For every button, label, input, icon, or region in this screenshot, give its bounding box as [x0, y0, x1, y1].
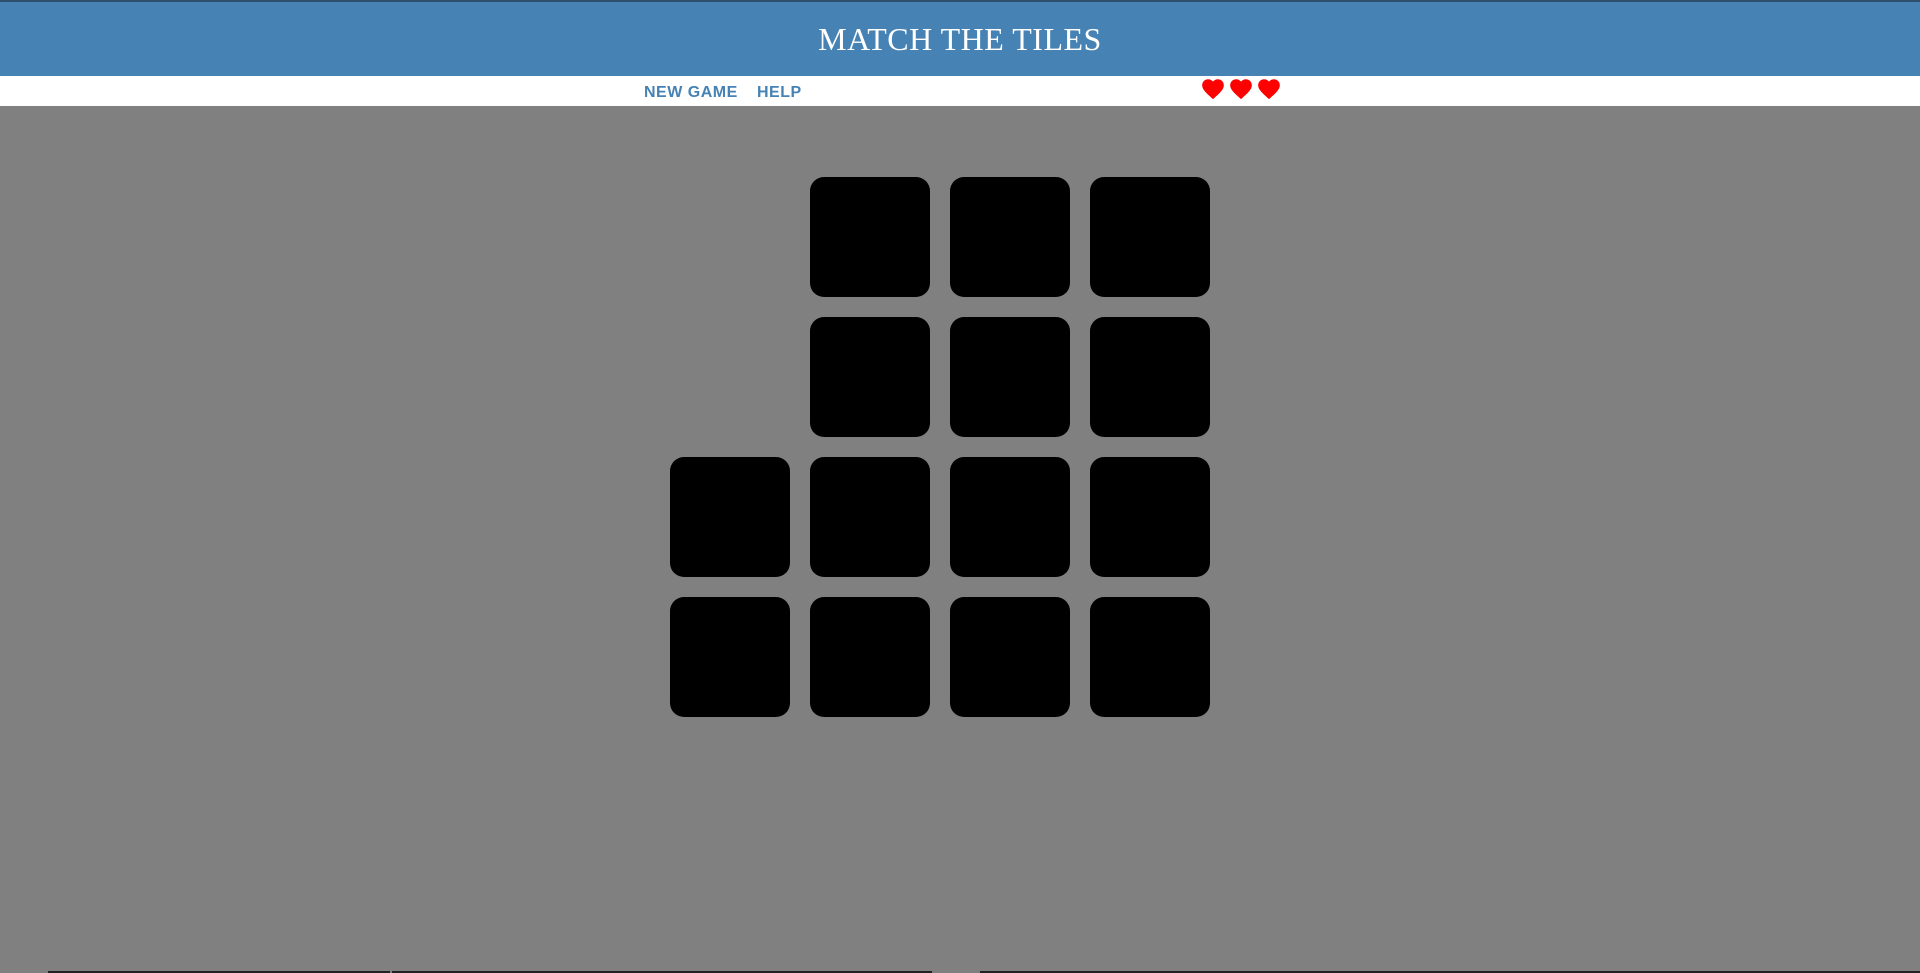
new-game-link[interactable]: NEW GAME	[644, 84, 738, 102]
lives-indicator	[1200, 76, 1282, 106]
heart-icon	[1202, 79, 1224, 100]
tile[interactable]	[1090, 317, 1210, 437]
tile[interactable]	[810, 597, 930, 717]
header-bar: MATCH THE TILES	[0, 2, 1920, 76]
help-link[interactable]: HELP	[757, 84, 802, 102]
tile[interactable]	[810, 177, 930, 297]
tile[interactable]	[950, 317, 1070, 437]
tile[interactable]	[950, 457, 1070, 577]
tile[interactable]	[950, 177, 1070, 297]
tile[interactable]	[1090, 597, 1210, 717]
game-title: MATCH THE TILES	[818, 20, 1102, 57]
tile[interactable]	[670, 457, 790, 577]
game-board	[0, 106, 1920, 966]
tile[interactable]	[1090, 177, 1210, 297]
tile[interactable]	[950, 597, 1070, 717]
tile[interactable]	[670, 597, 790, 717]
tile[interactable]	[810, 457, 930, 577]
heart-icon	[1258, 79, 1280, 100]
tile[interactable]	[1090, 457, 1210, 577]
menu-bar: NEW GAME HELP	[0, 76, 1920, 106]
tile[interactable]	[810, 317, 930, 437]
heart-icon	[1230, 79, 1252, 100]
